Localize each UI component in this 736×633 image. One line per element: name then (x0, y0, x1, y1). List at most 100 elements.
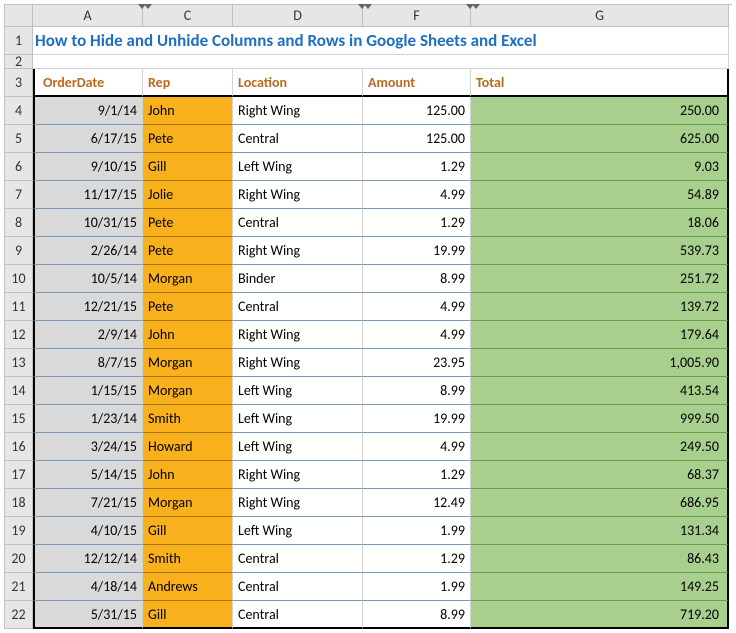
cell-total[interactable]: 539.73 (471, 237, 729, 265)
row-header-18[interactable]: 18 (5, 489, 33, 517)
row-header-16[interactable]: 16 (5, 433, 33, 461)
row-header-9[interactable]: 9 (5, 237, 33, 265)
row-header-5[interactable]: 5 (5, 125, 33, 153)
cell-location[interactable]: Right Wing (233, 349, 363, 377)
cell-location[interactable]: Left Wing (233, 153, 363, 181)
row-header-11[interactable]: 11 (5, 293, 33, 321)
cell-date[interactable]: 10/31/15 (33, 209, 143, 237)
column-header-G[interactable]: G (471, 5, 729, 27)
cell-total[interactable]: 179.64 (471, 321, 729, 349)
cell-date[interactable]: 7/21/15 (33, 489, 143, 517)
column-header-A[interactable]: A (33, 5, 143, 27)
cell-date[interactable]: 9/10/15 (33, 153, 143, 181)
cell-total[interactable]: 686.95 (471, 489, 729, 517)
cell-amount[interactable]: 12.49 (363, 489, 471, 517)
cell-rep[interactable]: Morgan (143, 349, 233, 377)
cell-total[interactable]: 68.37 (471, 461, 729, 489)
cell-rep[interactable]: Jolie (143, 181, 233, 209)
cell-amount[interactable]: 4.99 (363, 321, 471, 349)
row-header-14[interactable]: 14 (5, 377, 33, 405)
cell-date[interactable]: 9/1/14 (33, 97, 143, 125)
cell-total[interactable]: 250.00 (471, 97, 729, 125)
cell-rep[interactable]: Howard (143, 433, 233, 461)
cell-date[interactable]: 12/21/15 (33, 293, 143, 321)
row-header-20[interactable]: 20 (5, 545, 33, 573)
cell-rep[interactable]: Smith (143, 545, 233, 573)
cell-rep[interactable]: John (143, 461, 233, 489)
cell-rep[interactable]: Gill (143, 517, 233, 545)
cell-total[interactable]: 9.03 (471, 153, 729, 181)
cell-rep[interactable]: Pete (143, 293, 233, 321)
cell-total[interactable]: 139.72 (471, 293, 729, 321)
cell-amount[interactable]: 1.29 (363, 545, 471, 573)
row-header-7[interactable]: 7 (5, 181, 33, 209)
spreadsheet-grid[interactable]: ACDFG1How to Hide and Unhide Columns and… (4, 4, 732, 629)
cell-amount[interactable]: 125.00 (363, 125, 471, 153)
column-header-D[interactable]: D (233, 5, 363, 27)
row-header-6[interactable]: 6 (5, 153, 33, 181)
cell-total[interactable]: 249.50 (471, 433, 729, 461)
cell-location[interactable]: Right Wing (233, 321, 363, 349)
cell-rep[interactable]: Smith (143, 405, 233, 433)
cell-amount[interactable]: 19.99 (363, 405, 471, 433)
cell-location[interactable]: Right Wing (233, 489, 363, 517)
cell-amount[interactable]: 4.99 (363, 181, 471, 209)
header-amount[interactable]: Amount (363, 69, 471, 97)
cell-location[interactable]: Central (233, 573, 363, 601)
row-header-19[interactable]: 19 (5, 517, 33, 545)
cell-rep[interactable]: Gill (143, 153, 233, 181)
cell-date[interactable]: 3/24/15 (33, 433, 143, 461)
cell-location[interactable]: Left Wing (233, 433, 363, 461)
cell-amount[interactable]: 23.95 (363, 349, 471, 377)
cell-date[interactable]: 11/17/15 (33, 181, 143, 209)
cell-rep[interactable]: Pete (143, 125, 233, 153)
row-header-17[interactable]: 17 (5, 461, 33, 489)
row-header-4[interactable]: 4 (5, 97, 33, 125)
row-header-12[interactable]: 12 (5, 321, 33, 349)
cell-rep[interactable]: Pete (143, 237, 233, 265)
cell-amount[interactable]: 4.99 (363, 433, 471, 461)
cell-date[interactable]: 5/14/15 (33, 461, 143, 489)
cell-location[interactable]: Central (233, 209, 363, 237)
cell-rep[interactable]: Andrews (143, 573, 233, 601)
cell-date[interactable]: 4/18/14 (33, 573, 143, 601)
cell-rep[interactable]: John (143, 321, 233, 349)
cell-location[interactable]: Left Wing (233, 377, 363, 405)
row-header-2[interactable]: 2 (5, 55, 33, 69)
row-header-10[interactable]: 10 (5, 265, 33, 293)
cell-rep[interactable]: Pete (143, 209, 233, 237)
column-header-C[interactable]: C (143, 5, 233, 27)
row-header-15[interactable]: 15 (5, 405, 33, 433)
row-header-3[interactable]: 3 (5, 69, 33, 97)
cell-total[interactable]: 149.25 (471, 573, 729, 601)
cell-rep[interactable]: Morgan (143, 489, 233, 517)
cell-location[interactable]: Central (233, 293, 363, 321)
cell-date[interactable]: 12/12/14 (33, 545, 143, 573)
cell-date[interactable]: 4/10/15 (33, 517, 143, 545)
cell-total[interactable]: 625.00 (471, 125, 729, 153)
cell-location[interactable]: Right Wing (233, 181, 363, 209)
cell-total[interactable]: 999.50 (471, 405, 729, 433)
cell-total[interactable]: 413.54 (471, 377, 729, 405)
title-cell[interactable]: How to Hide and Unhide Columns and Rows … (33, 27, 729, 55)
cell-amount[interactable]: 4.99 (363, 293, 471, 321)
header-location[interactable]: Location (233, 69, 363, 97)
cell-location[interactable]: Right Wing (233, 237, 363, 265)
header-rep[interactable]: Rep (143, 69, 233, 97)
cell-total[interactable]: 131.34 (471, 517, 729, 545)
cell-location[interactable]: Binder (233, 265, 363, 293)
cell-date[interactable]: 6/17/15 (33, 125, 143, 153)
cell-rep[interactable]: Morgan (143, 377, 233, 405)
cell-amount[interactable]: 1.29 (363, 153, 471, 181)
cell-location[interactable]: Right Wing (233, 461, 363, 489)
header-orderdate[interactable]: OrderDate (33, 69, 143, 97)
cell-date[interactable]: 2/26/14 (33, 237, 143, 265)
cell-date[interactable]: 10/5/14 (33, 265, 143, 293)
cell-amount[interactable]: 1.29 (363, 209, 471, 237)
header-total[interactable]: Total (471, 69, 729, 97)
cell-location[interactable]: Central (233, 545, 363, 573)
cell-total[interactable]: 251.72 (471, 265, 729, 293)
row-header-13[interactable]: 13 (5, 349, 33, 377)
cell-total[interactable]: 54.89 (471, 181, 729, 209)
cell-rep[interactable]: Morgan (143, 265, 233, 293)
